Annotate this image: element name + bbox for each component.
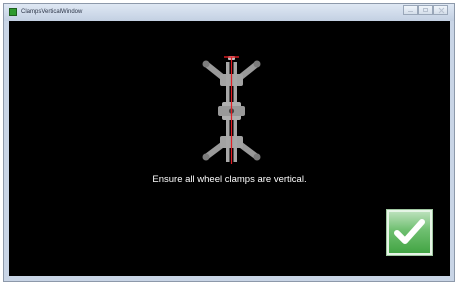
application-window: ClampsVerticalWindow Ensure all wheel cl… — [3, 3, 455, 282]
maximize-button[interactable] — [418, 5, 433, 15]
app-icon — [9, 8, 17, 16]
minimize-button[interactable] — [403, 5, 418, 15]
caption-buttons — [403, 5, 448, 17]
wheel-clamp-icon — [202, 56, 261, 164]
close-button[interactable] — [433, 5, 448, 15]
title-bar[interactable]: ClampsVerticalWindow — [4, 4, 454, 21]
content-area: Ensure all wheel clamps are vertical. — [9, 21, 450, 276]
instruction-text: Ensure all wheel clamps are vertical. — [152, 174, 307, 185]
confirm-button[interactable] — [386, 209, 433, 256]
window-title: ClampsVerticalWindow — [21, 9, 83, 15]
checkmark-icon — [394, 219, 425, 244]
